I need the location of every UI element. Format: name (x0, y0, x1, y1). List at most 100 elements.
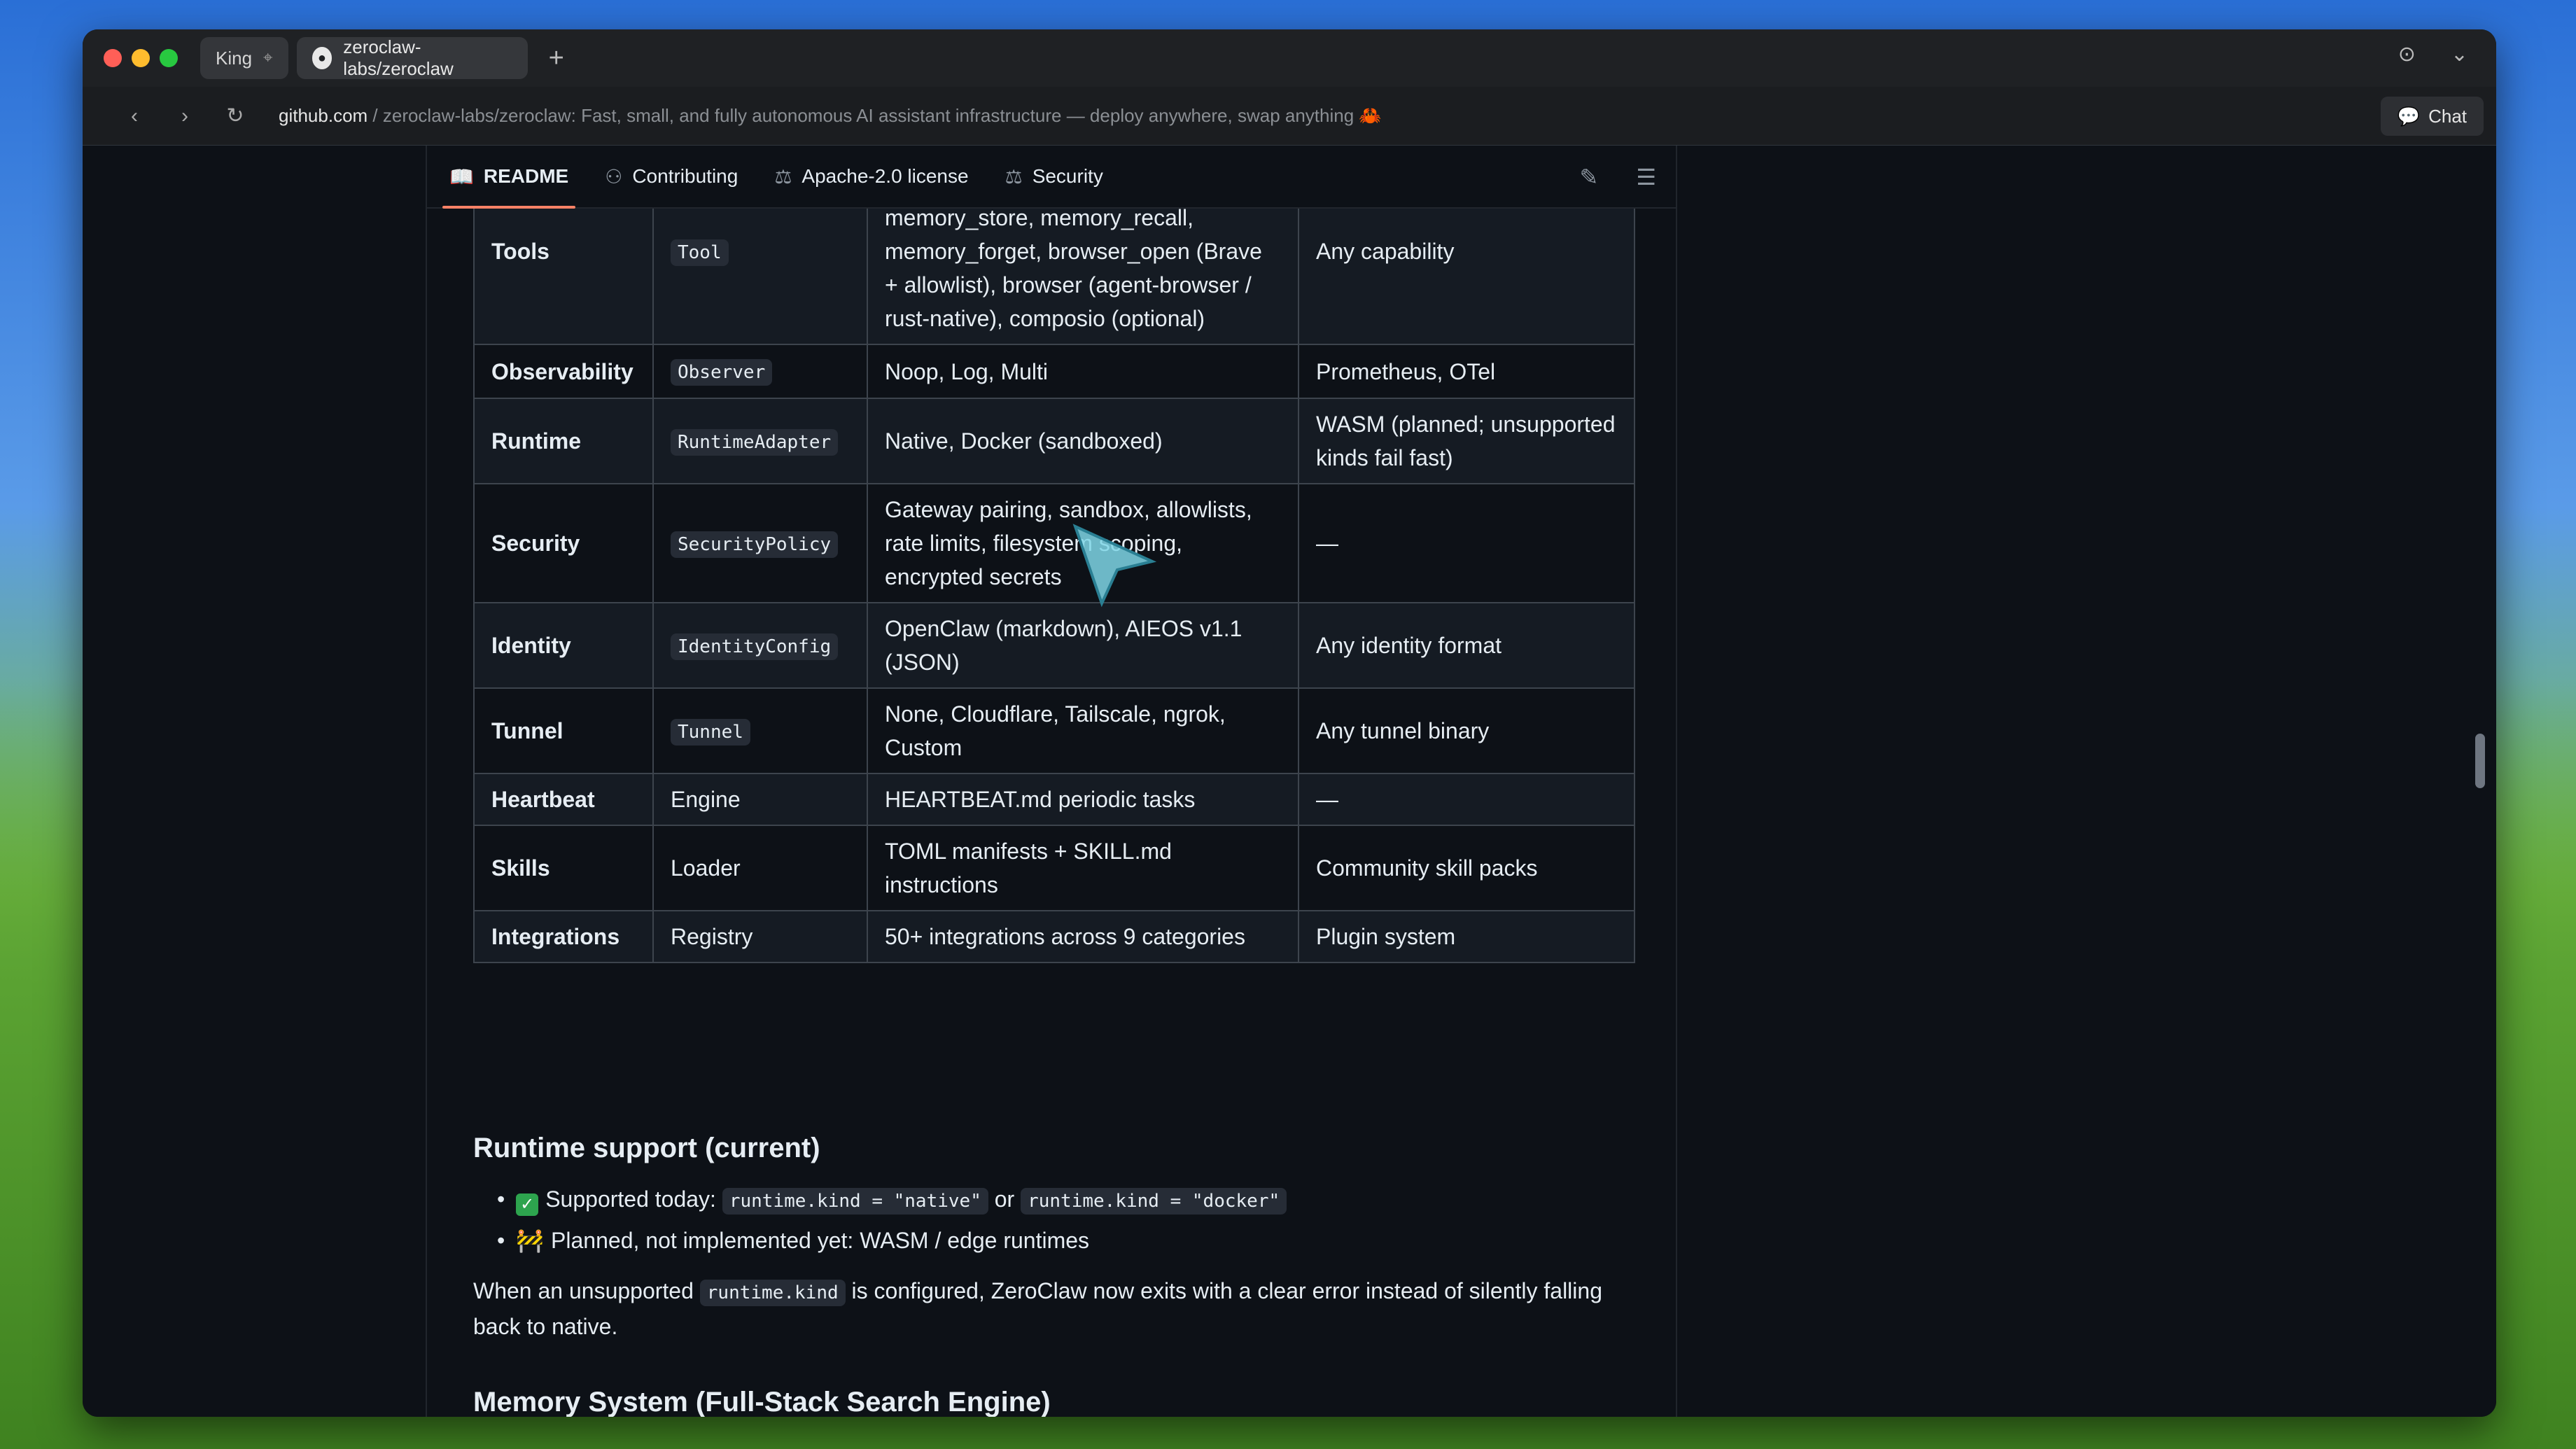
section-heading: Runtime support (current) (473, 1133, 820, 1163)
section-heading: Memory System (Full-Stack Search Engine) (473, 1387, 1051, 1417)
subsystem-cell: Skills (473, 825, 654, 911)
extend-cell: WASM (planned; unsupported kinds fail fa… (1298, 398, 1635, 484)
tab-label: King (216, 47, 253, 69)
inline-code: SecurityPolicy (671, 531, 839, 558)
tab-king[interactable]: King ⌖ (200, 37, 288, 79)
window-controls (104, 49, 178, 67)
table-row: Observability Observer Noop, Log, Multi Pro… (473, 344, 1635, 399)
inline-code: runtime.kind = "docker" (1021, 1188, 1287, 1214)
inline-code: runtime.kind (699, 1280, 846, 1306)
pin-icon: ⌖ (263, 48, 273, 67)
ships-cell: TOML manifests + SKILL.md instructions (867, 825, 1299, 911)
table-row: Runtime RuntimeAdapter Native, Docker (san… (473, 398, 1635, 484)
people-icon: ⚇ (605, 165, 623, 188)
item-text: Supported today: (545, 1186, 716, 1212)
browser-window: King ⌖ ● zeroclaw-labs/zeroclaw + ⊙ ⌄ ‹ … (83, 29, 2496, 1417)
ships-cell: Native, Docker (sandboxed) (867, 398, 1299, 484)
inline-code: Tool (671, 239, 729, 266)
back-icon[interactable]: ‹ (109, 104, 160, 128)
tab-security[interactable]: ⚖ Security (1005, 146, 1103, 208)
subsystem-cell: Integrations (473, 910, 654, 963)
subsystem-cell: Tunnel (473, 687, 654, 774)
scrollbar-thumb[interactable] (2475, 734, 2485, 788)
tab-label: README (483, 165, 569, 187)
trait-cell: Loader (652, 825, 868, 911)
inline-code: IdentityConfig (671, 633, 839, 660)
trait-cell: Observer (652, 344, 868, 399)
subsystem-cell: Security (473, 483, 654, 603)
extend-cell: Community skill packs (1298, 825, 1635, 911)
subsystem-cell: Runtime (473, 398, 654, 484)
url-path: / zeroclaw-labs/zeroclaw: Fast, small, a… (368, 105, 1382, 126)
subsystems-table: MemoryMemory(CLI sync + SQLite fallback)… (473, 146, 1635, 963)
tabbar-right: ⊙ ⌄ (2398, 42, 2468, 66)
extend-cell: — (1298, 483, 1635, 603)
tab-zeroclaw[interactable]: ● zeroclaw-labs/zeroclaw (296, 36, 528, 79)
ships-cell: Noop, Log, Multi (867, 344, 1299, 399)
address-bar: ‹ › ↻ github.com / zeroclaw-labs/zerocla… (83, 87, 2496, 146)
tab-label: Apache-2.0 license (802, 165, 969, 187)
tab-contributing[interactable]: ⚇ Contributing (605, 146, 738, 208)
chevron-down-icon[interactable]: ⌄ (2451, 42, 2468, 66)
url-field[interactable]: github.com / zeroclaw-labs/zeroclaw: Fas… (279, 105, 1382, 127)
extend-cell: Any tunnel binary (1298, 687, 1635, 774)
trait-cell: RuntimeAdapter (652, 398, 868, 484)
tab-label: Security (1032, 165, 1103, 187)
inline-code: Observer (671, 359, 773, 386)
extend-cell: — (1298, 773, 1635, 826)
trait-cell: Engine (652, 773, 868, 826)
ships-cell: OpenClaw (markdown), AIEOS v1.1 (JSON) (867, 602, 1299, 689)
table-row: Identity IdentityConfig OpenClaw (markdown… (473, 602, 1635, 689)
new-tab-button[interactable]: + (549, 43, 564, 74)
extend-cell: Any identity format (1298, 602, 1635, 689)
page-content: 📖 README ⚇ Contributing ⚖ Apache-2.0 lic… (83, 146, 2496, 1417)
book-icon: 📖 (449, 165, 474, 188)
chat-label: Chat (2428, 105, 2467, 127)
inline-code: runtime.kind = "native" (722, 1188, 988, 1214)
para-text: When an unsupported (473, 1278, 694, 1303)
table-row: Heartbeat Engine HEARTBEAT.md periodic tas… (473, 773, 1635, 826)
extend-cell: Plugin system (1298, 910, 1635, 963)
extend-cell: Prometheus, OTel (1298, 344, 1635, 399)
paragraph: When an unsupported runtime.kind is conf… (473, 1274, 1635, 1343)
ships-cell: 50+ integrations across 9 categories (867, 910, 1299, 963)
trait-cell: IdentityConfig (652, 602, 868, 689)
reload-icon[interactable]: ↻ (210, 104, 260, 128)
table-row: Tunnel Tunnel None, Cloudflare, Tailscale,… (473, 687, 1635, 774)
ships-cell: None, Cloudflare, Tailscale, ngrok, Cust… (867, 687, 1299, 774)
item-text: or (994, 1186, 1015, 1212)
tab-license[interactable]: ⚖ Apache-2.0 license (774, 146, 968, 208)
pencil-icon[interactable]: ✎ (1580, 164, 1599, 190)
pointer-cursor-icon (1072, 524, 1157, 608)
trait-cell: Registry (652, 910, 868, 963)
url-host: github.com (279, 105, 368, 126)
chat-button[interactable]: 💬 Chat (2380, 97, 2484, 136)
inline-code: RuntimeAdapter (671, 428, 839, 456)
tab-bar: King ⌖ ● zeroclaw-labs/zeroclaw + ⊙ ⌄ (83, 29, 2496, 87)
subsystem-cell: Observability (473, 344, 654, 399)
forward-icon[interactable]: › (160, 104, 210, 128)
subsystem-cell: Identity (473, 602, 654, 689)
list-icon[interactable]: ☰ (1636, 164, 1656, 190)
readme-actions: ✎ ☰ (1580, 164, 1657, 190)
law-icon: ⚖ (1004, 165, 1023, 188)
construction-icon: 🚧 (516, 1228, 545, 1253)
tab-readme[interactable]: 📖 README (442, 146, 576, 209)
list-item: 🚧Planned, not implemented yet: WASM / ed… (497, 1221, 1635, 1260)
github-icon: ● (312, 47, 332, 69)
readme-panel: 📖 README ⚇ Contributing ⚖ Apache-2.0 lic… (426, 146, 1677, 1417)
table-row: Integrations Registry 50+ integrations acr… (473, 910, 1635, 963)
maximize-window-button[interactable] (160, 49, 178, 67)
table-row: Security SecurityPolicy Gateway pairing, s… (473, 483, 1635, 603)
trait-cell: SecurityPolicy (652, 483, 868, 603)
support-list: ✓ Supported today: runtime.kind = "native… (497, 1180, 1635, 1260)
list-item: ✓ Supported today: runtime.kind = "native… (497, 1180, 1635, 1221)
chat-bubble-icon: 💬 (2397, 105, 2421, 127)
close-window-button[interactable] (104, 49, 122, 67)
item-text: Planned, not implemented yet: WASM / edg… (551, 1228, 1090, 1253)
minimize-window-button[interactable] (132, 49, 150, 67)
download-icon[interactable]: ⊙ (2398, 42, 2416, 66)
runtime-support-section: Runtime support (current) ✓ Supported tod… (473, 1133, 1635, 1417)
readme-nav: 📖 README ⚇ Contributing ⚖ Apache-2.0 lic… (427, 146, 1676, 209)
law-icon: ⚖ (774, 165, 792, 188)
